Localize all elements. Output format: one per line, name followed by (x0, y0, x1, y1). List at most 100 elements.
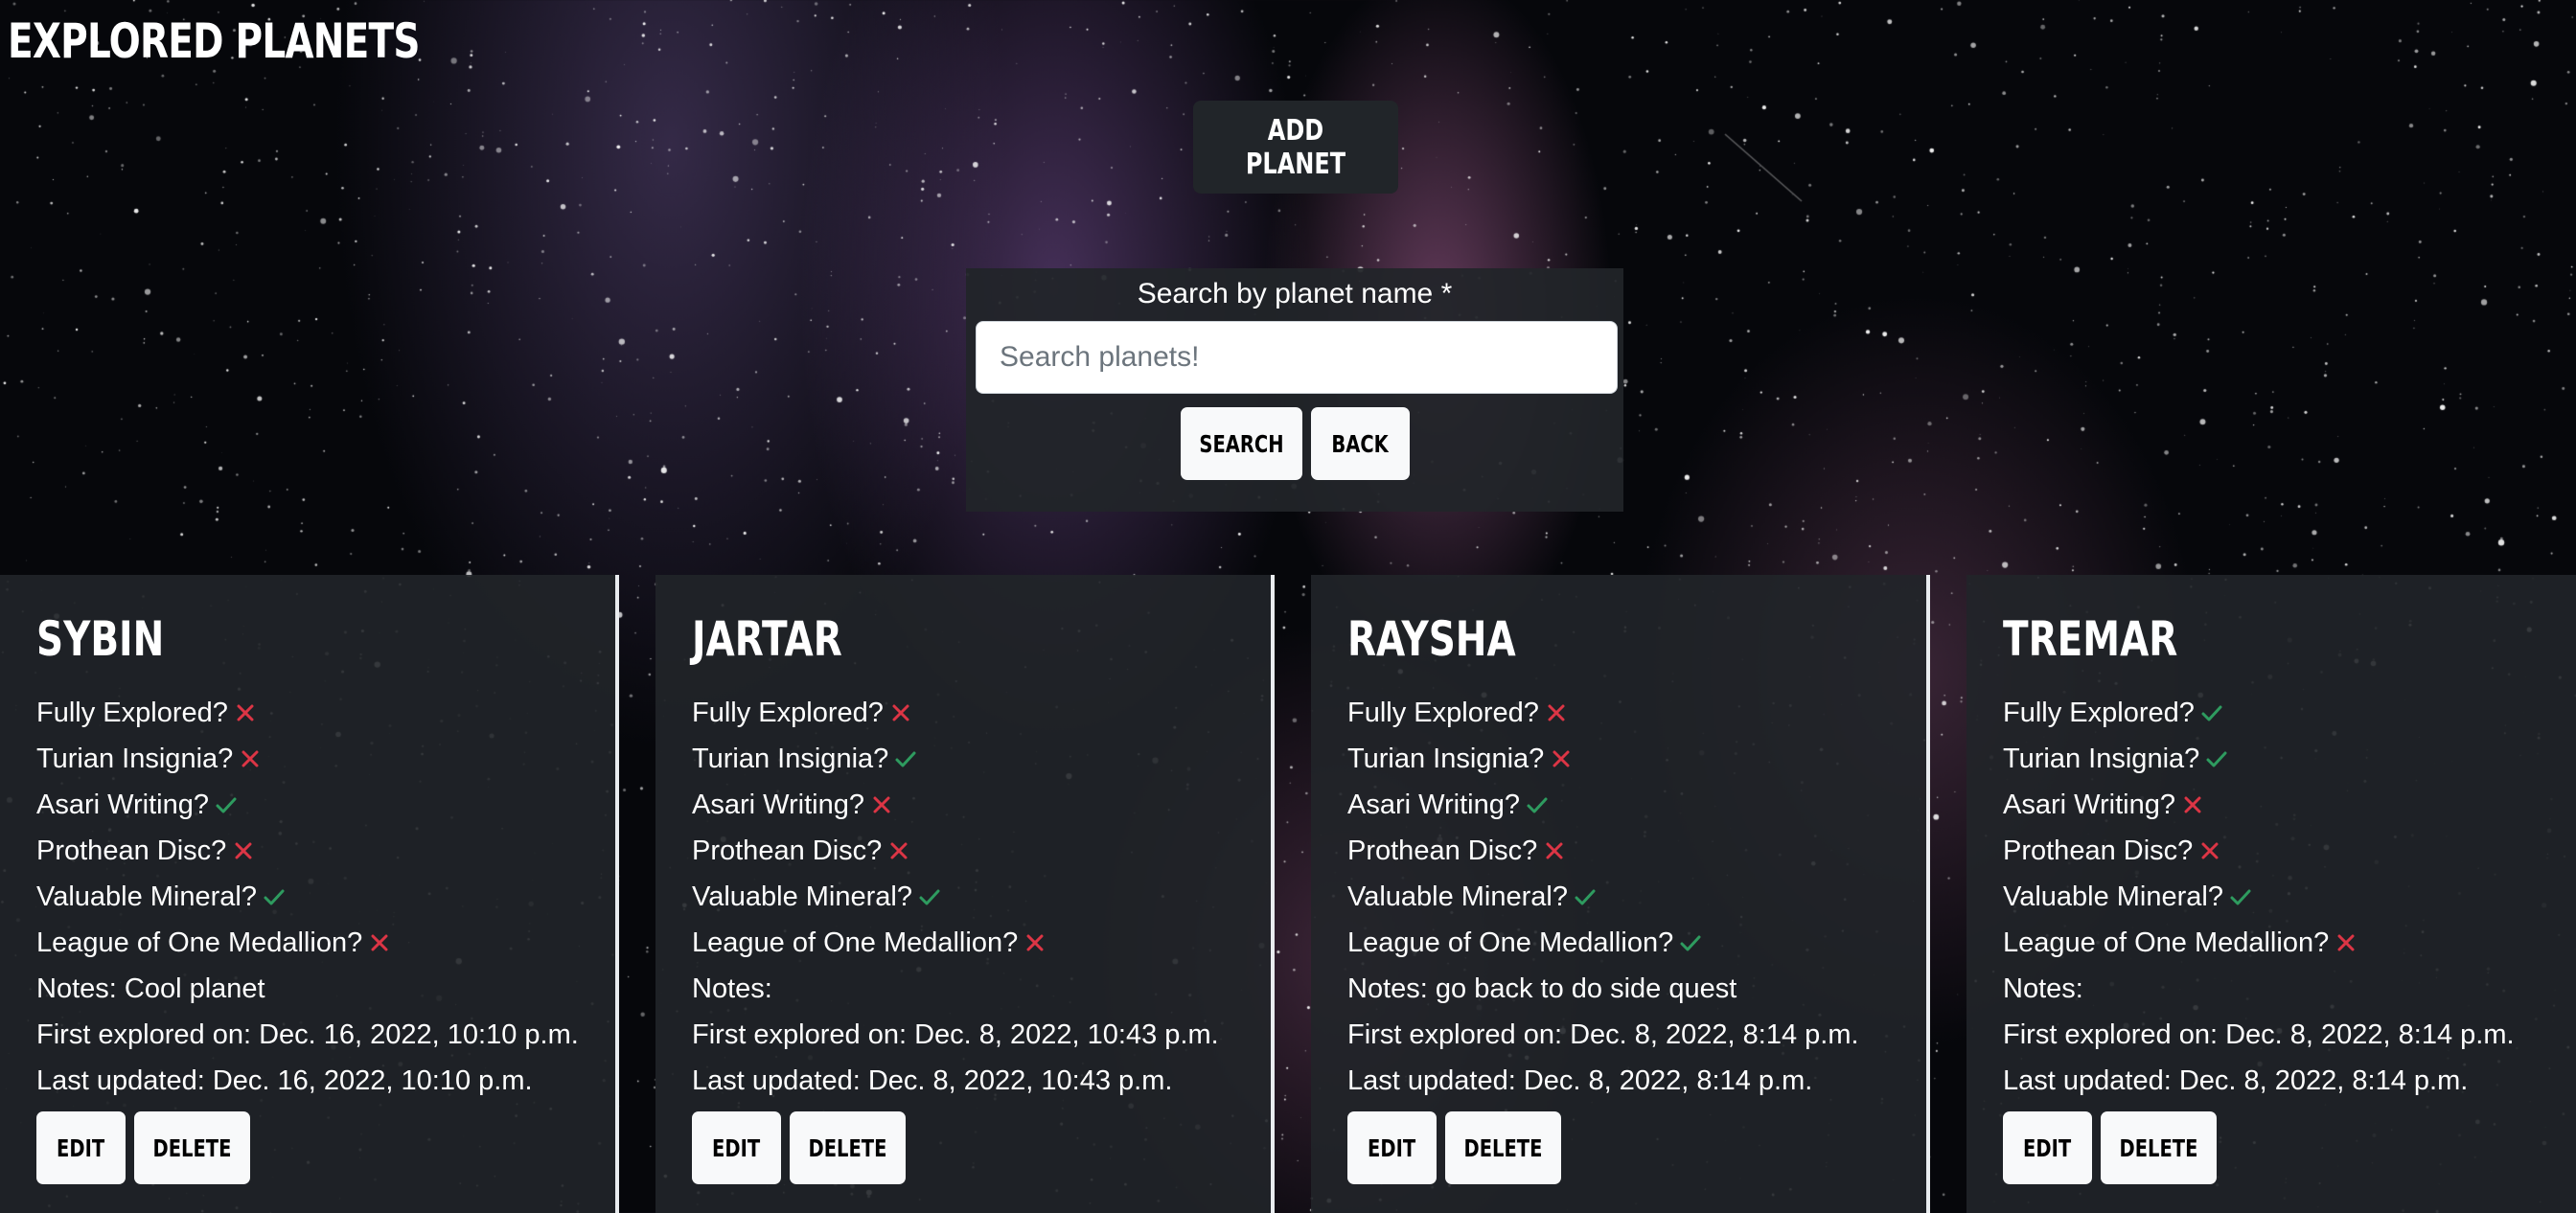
planet-card: TREMAR Fully Explored? Turian Insignia? Asa… (1966, 575, 2576, 1213)
last-updated-row: Last updated: Dec. 8, 2022, 8:14 p.m. (1347, 1058, 1859, 1104)
prothean-disc-row: Prothean Disc? (2003, 828, 2515, 874)
edit-button[interactable]: EDIT (1347, 1111, 1437, 1184)
cross-icon (371, 934, 388, 951)
cross-icon (2184, 796, 2201, 813)
field-label: First explored on: (2003, 1019, 2219, 1050)
edit-button[interactable]: EDIT (36, 1111, 126, 1184)
cross-icon (235, 842, 252, 859)
field-label: First explored on: (1347, 1019, 1563, 1050)
search-panel: Search by planet name * SEARCH BACK (966, 268, 1623, 512)
first-explored-value: Dec. 8, 2022, 8:14 p.m. (1570, 1019, 1859, 1050)
cross-icon (1548, 704, 1565, 721)
back-button[interactable]: BACK (1311, 407, 1410, 480)
search-input[interactable] (976, 321, 1618, 394)
notes-value: go back to do side quest (1435, 973, 1737, 1004)
field-label: Last updated: (2003, 1065, 2172, 1096)
last-updated-row: Last updated: Dec. 8, 2022, 8:14 p.m. (2003, 1058, 2515, 1104)
edit-button[interactable]: EDIT (2003, 1111, 2092, 1184)
add-planet-label: ADD PLANET (1245, 113, 1346, 181)
field-label: Last updated: (1347, 1065, 1516, 1096)
delete-button[interactable]: DELETE (2101, 1111, 2217, 1184)
field-label: Valuable Mineral? (36, 881, 257, 912)
prothean-disc-row: Prothean Disc? (36, 828, 579, 874)
first-explored-row: First explored on: Dec. 8, 2022, 10:43 p… (692, 1012, 1219, 1058)
add-planet-button[interactable]: ADD PLANET (1193, 101, 1398, 194)
cross-icon (873, 796, 890, 813)
field-label: Notes: (36, 973, 117, 1004)
planet-details: Fully Explored? Turian Insignia? Asari Wri… (1347, 690, 1859, 1104)
cross-icon (1026, 934, 1044, 951)
first-explored-row: First explored on: Dec. 16, 2022, 10:10 … (36, 1012, 579, 1058)
planet-card: RAYSHA Fully Explored? Turian Insignia? Asa… (1311, 575, 1930, 1213)
prothean-disc-row: Prothean Disc? (692, 828, 1219, 874)
planet-details: Fully Explored? Turian Insignia? Asari Wri… (2003, 690, 2515, 1104)
notes-value: Cool planet (124, 973, 265, 1004)
last-updated-row: Last updated: Dec. 8, 2022, 10:43 p.m. (692, 1058, 1219, 1104)
valuable-mineral-row: Valuable Mineral? (2003, 874, 2515, 920)
planet-name: RAYSHA (1347, 611, 1516, 667)
field-label: Valuable Mineral? (1347, 881, 1568, 912)
field-label: League of One Medallion? (1347, 927, 1674, 958)
check-icon (1575, 889, 1596, 905)
check-icon (216, 797, 237, 813)
cross-icon (1546, 842, 1563, 859)
league-medallion-row: League of One Medallion? (2003, 920, 2515, 966)
edit-button-label: EDIT (2023, 1133, 2072, 1162)
check-icon (895, 751, 916, 767)
last-updated-value: Dec. 16, 2022, 10:10 p.m. (212, 1065, 533, 1096)
fully-explored-row: Fully Explored? (36, 690, 579, 736)
cross-icon (242, 750, 259, 767)
check-icon (2206, 751, 2227, 767)
field-label: Valuable Mineral? (692, 881, 912, 912)
page-title: EXPLORED PLANETS (8, 13, 420, 69)
delete-button-label: DELETE (1463, 1133, 1543, 1162)
first-explored-value: Dec. 8, 2022, 10:43 p.m. (914, 1019, 1219, 1050)
field-label: First explored on: (692, 1019, 908, 1050)
check-icon (2230, 889, 2251, 905)
planet-details: Fully Explored? Turian Insignia? Asari Wri… (692, 690, 1219, 1104)
search-button[interactable]: SEARCH (1181, 407, 1302, 480)
cross-icon (2337, 934, 2355, 951)
field-label: Fully Explored? (692, 698, 884, 728)
field-label: Last updated: (36, 1065, 205, 1096)
turian-insignia-row: Turian Insignia? (36, 736, 579, 782)
field-label: Prothean Disc? (692, 835, 883, 866)
cross-icon (1552, 750, 1570, 767)
delete-button-label: DELETE (808, 1133, 887, 1162)
first-explored-row: First explored on: Dec. 8, 2022, 8:14 p.… (1347, 1012, 1859, 1058)
last-updated-value: Dec. 8, 2022, 8:14 p.m. (1523, 1065, 1813, 1096)
fully-explored-row: Fully Explored? (2003, 690, 2515, 736)
check-icon (1527, 797, 1548, 813)
planet-name: TREMAR (2003, 611, 2178, 667)
delete-button[interactable]: DELETE (790, 1111, 906, 1184)
field-label: Fully Explored? (1347, 698, 1539, 728)
asari-writing-row: Asari Writing? (36, 782, 579, 828)
notes-row: Notes: (2003, 966, 2515, 1012)
field-label: Turian Insignia? (692, 744, 889, 774)
asari-writing-row: Asari Writing? (1347, 782, 1859, 828)
check-icon (1680, 935, 1701, 951)
fully-explored-row: Fully Explored? (692, 690, 1219, 736)
notes-row: Notes: (692, 966, 1219, 1012)
valuable-mineral-row: Valuable Mineral? (692, 874, 1219, 920)
planet-card: JARTAR Fully Explored? Turian Insignia? Asa… (656, 575, 1275, 1213)
asari-writing-row: Asari Writing? (2003, 782, 2515, 828)
league-medallion-row: League of One Medallion? (692, 920, 1219, 966)
cross-icon (237, 704, 254, 721)
delete-button-label: DELETE (2119, 1133, 2198, 1162)
turian-insignia-row: Turian Insignia? (692, 736, 1219, 782)
first-explored-value: Dec. 16, 2022, 10:10 p.m. (259, 1019, 579, 1050)
league-medallion-row: League of One Medallion? (1347, 920, 1859, 966)
field-label: Notes: (692, 973, 772, 1004)
league-medallion-row: League of One Medallion? (36, 920, 579, 966)
field-label: Asari Writing? (1347, 790, 1520, 820)
field-label: Notes: (2003, 973, 2083, 1004)
field-label: Fully Explored? (36, 698, 228, 728)
edit-button[interactable]: EDIT (692, 1111, 781, 1184)
turian-insignia-row: Turian Insignia? (2003, 736, 2515, 782)
valuable-mineral-row: Valuable Mineral? (36, 874, 579, 920)
delete-button[interactable]: DELETE (134, 1111, 250, 1184)
asari-writing-row: Asari Writing? (692, 782, 1219, 828)
search-button-label: SEARCH (1199, 429, 1284, 458)
delete-button[interactable]: DELETE (1445, 1111, 1561, 1184)
